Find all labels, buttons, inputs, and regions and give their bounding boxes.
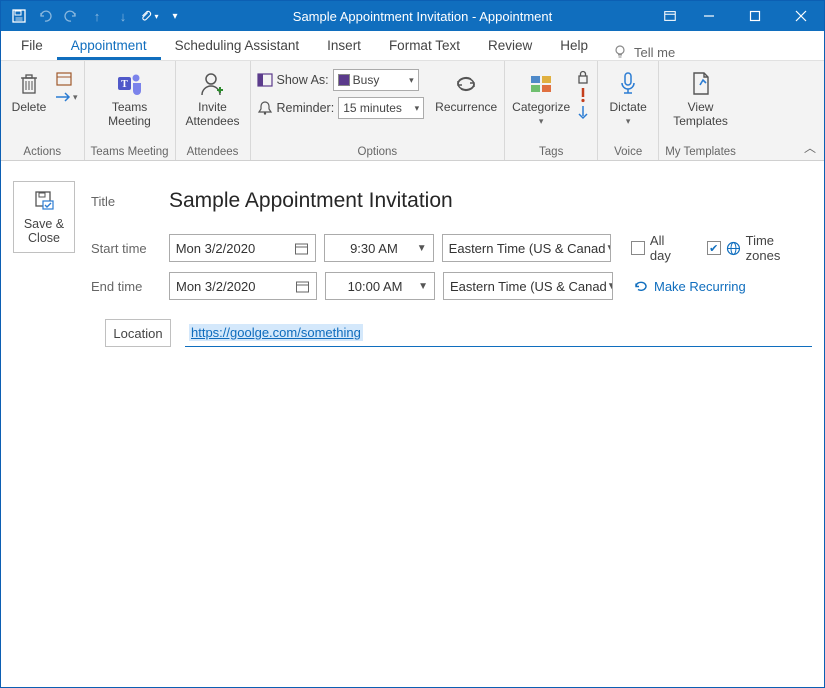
start-timezone-field[interactable]: Eastern Time (US & Canad ▼: [442, 234, 611, 262]
tab-format[interactable]: Format Text: [375, 32, 474, 60]
tab-insert[interactable]: Insert: [313, 32, 375, 60]
ribbon-tabs: File Appointment Scheduling Assistant In…: [1, 31, 824, 61]
group-voice: Dictate ▾ Voice: [598, 61, 659, 160]
title-field[interactable]: Sample Appointment Invitation: [169, 189, 453, 213]
view-templates-button[interactable]: View Templates: [670, 65, 732, 131]
categorize-button[interactable]: Categorize ▾: [511, 65, 571, 128]
person-add-icon: [200, 67, 226, 101]
end-time-field[interactable]: 10:00 AM ▼: [325, 272, 435, 300]
window-title: Sample Appointment Invitation - Appointm…: [185, 9, 660, 24]
high-importance-icon[interactable]: [578, 87, 588, 103]
arrow-up-icon[interactable]: ↑: [87, 6, 107, 26]
group-label-tags: Tags: [539, 146, 563, 160]
tab-file[interactable]: File: [7, 32, 57, 60]
end-timezone-field[interactable]: Eastern Time (US & Canad ▼: [443, 272, 613, 300]
categorize-icon: [529, 67, 553, 101]
bell-icon: [257, 100, 273, 116]
showas-combo[interactable]: Busy ▾: [333, 69, 419, 91]
teams-meeting-button[interactable]: T Teams Meeting: [94, 65, 166, 131]
calendar-icon: [295, 279, 310, 294]
start-time-label: Start time: [91, 241, 161, 256]
svg-text:T: T: [121, 79, 128, 90]
start-date-field[interactable]: Mon 3/2/2020: [169, 234, 316, 262]
tell-me-label: Tell me: [634, 45, 675, 60]
location-link[interactable]: https://goolge.com/something: [189, 324, 363, 341]
tab-review[interactable]: Review: [474, 32, 546, 60]
redo-icon[interactable]: [61, 6, 81, 26]
template-icon: [690, 67, 712, 101]
undo-icon[interactable]: [35, 6, 55, 26]
ribbon-display-icon[interactable]: [660, 6, 680, 26]
group-templates: View Templates My Templates: [659, 61, 742, 160]
save-icon[interactable]: [9, 6, 29, 26]
arrow-down-icon[interactable]: ↓: [113, 6, 133, 26]
qat-customize-icon[interactable]: ▾: [165, 6, 185, 26]
make-recurring-link[interactable]: Make Recurring: [633, 279, 746, 294]
save-close-button[interactable]: Save & Close: [13, 181, 75, 253]
teams-icon: T: [116, 67, 144, 101]
calendar-small-icon[interactable]: [55, 69, 78, 87]
group-options: Show As: Busy ▾ Reminder: 15 minutes ▾: [251, 61, 506, 160]
group-actions: Delete ▾ Actions: [1, 61, 85, 160]
private-icon[interactable]: [575, 69, 591, 85]
group-label-templates: My Templates: [665, 146, 736, 160]
tab-scheduling[interactable]: Scheduling Assistant: [161, 32, 314, 60]
save-close-icon: [33, 189, 55, 211]
window-controls: [686, 1, 824, 31]
tell-me-search[interactable]: Tell me: [612, 44, 675, 60]
attach-icon[interactable]: ▾: [139, 6, 159, 26]
forward-small-icon[interactable]: ▾: [55, 91, 78, 103]
microphone-icon: [618, 67, 638, 101]
timezones-checkbox[interactable]: ✔ Time zones: [707, 233, 812, 263]
recurrence-small-icon: [633, 279, 649, 293]
trash-icon: [19, 67, 39, 101]
group-attendees: Invite Attendees Attendees: [176, 61, 251, 160]
showas-label: Show As:: [277, 73, 329, 87]
group-label-voice: Voice: [614, 146, 642, 160]
tab-appointment[interactable]: Appointment: [57, 32, 161, 60]
group-label-attendees: Attendees: [187, 146, 239, 160]
title-bar: ↑ ↓ ▾ ▾ Sample Appointment Invitation - …: [1, 1, 824, 31]
minimize-button[interactable]: [686, 1, 732, 31]
appointment-form: Save & Close Title Sample Appointment In…: [1, 161, 824, 323]
group-label-teams: Teams Meeting: [91, 146, 169, 160]
end-date-field[interactable]: Mon 3/2/2020: [169, 272, 317, 300]
quick-access-toolbar: ↑ ↓ ▾ ▾: [9, 6, 185, 26]
group-teams: T Teams Meeting Teams Meeting: [85, 61, 176, 160]
all-day-checkbox[interactable]: All day: [631, 233, 689, 263]
reminder-combo[interactable]: 15 minutes ▾: [338, 97, 424, 119]
group-tags: Categorize ▾ Tags: [505, 61, 598, 160]
ribbon: Delete ▾ Actions T Teams Meeting: [1, 61, 824, 161]
location-button[interactable]: Location: [105, 319, 171, 347]
recurrence-button[interactable]: Recurrence: [434, 65, 498, 117]
invite-attendees-button[interactable]: Invite Attendees: [182, 65, 244, 131]
collapse-ribbon-icon[interactable]: ︿: [804, 139, 816, 156]
delete-button[interactable]: Delete: [7, 65, 51, 117]
dictate-button[interactable]: Dictate ▾: [604, 65, 652, 128]
title-label: Title: [91, 194, 161, 209]
reminder-label: Reminder:: [277, 101, 335, 115]
tab-help[interactable]: Help: [546, 32, 602, 60]
recurrence-icon: [453, 67, 479, 101]
group-label-options: Options: [358, 146, 398, 160]
group-label-actions: Actions: [23, 146, 61, 160]
globe-icon: [726, 241, 741, 256]
lightbulb-icon: [612, 44, 628, 60]
calendar-icon: [294, 241, 309, 256]
end-time-label: End time: [91, 279, 161, 294]
close-button[interactable]: [778, 1, 824, 31]
location-input[interactable]: https://goolge.com/something: [185, 319, 812, 347]
maximize-button[interactable]: [732, 1, 778, 31]
low-importance-icon[interactable]: [577, 105, 589, 121]
showas-icon: [257, 72, 273, 88]
start-time-field[interactable]: 9:30 AM ▼: [324, 234, 434, 262]
